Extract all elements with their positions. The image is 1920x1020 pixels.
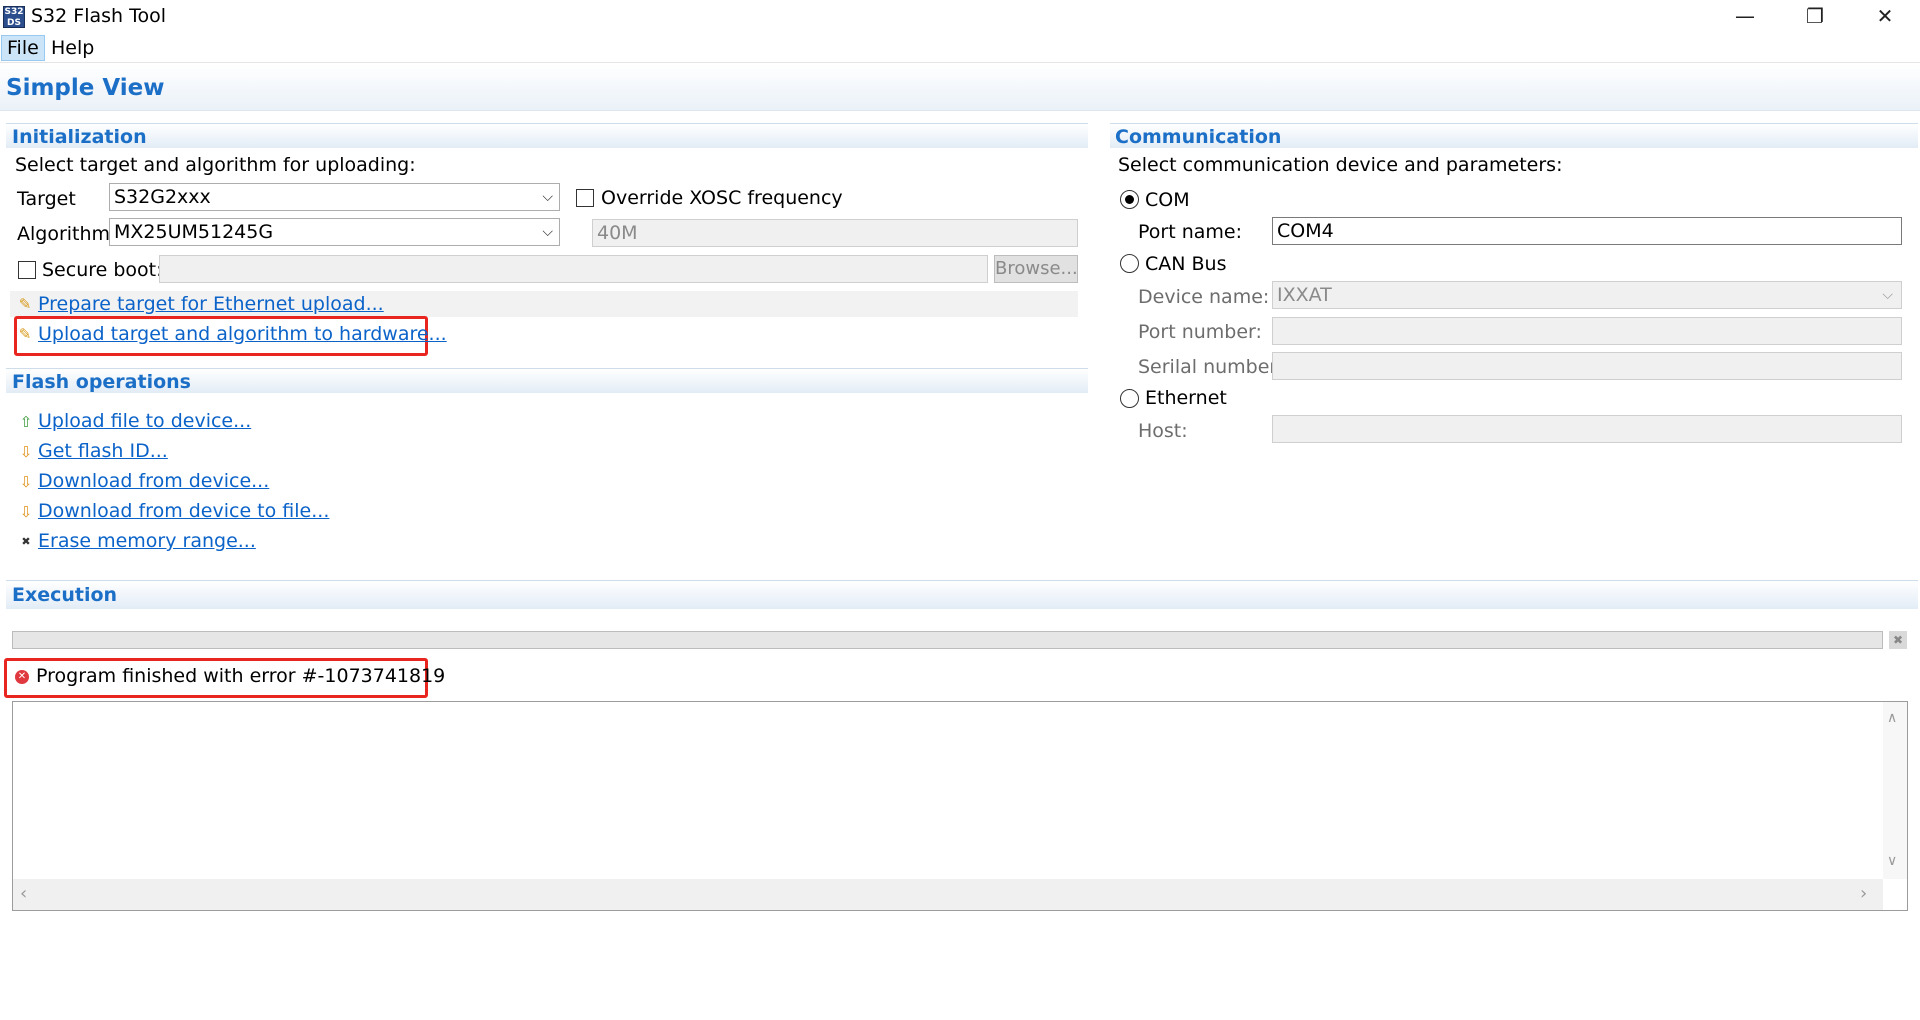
secure-boot-path-field[interactable] [159, 255, 988, 283]
port-number-field[interactable] [1272, 317, 1902, 345]
initialization-header-bar [6, 123, 1088, 148]
upload-arrow-icon: ⇧ [19, 413, 33, 431]
restore-icon: ❐ [1806, 4, 1824, 28]
window-title: S32 Flash Tool [31, 5, 167, 27]
device-name-label: Device name: [1138, 286, 1270, 308]
chevron-down-icon: ⌵ [1882, 287, 1893, 303]
flash-op-erase[interactable]: Erase memory range... [38, 530, 256, 552]
view-title: Simple View [6, 75, 165, 101]
device-name-value: IXXAT [1277, 284, 1332, 306]
menu-file[interactable]: File [1, 35, 45, 61]
serial-number-label: Serilal number: [1138, 356, 1284, 378]
horizontal-scrollbar[interactable] [13, 879, 1883, 910]
host-field[interactable] [1272, 415, 1902, 443]
secure-boot-checkbox[interactable] [18, 261, 36, 279]
execution-header-bar [6, 580, 1918, 609]
flash-op-upload-file[interactable]: Upload file to device... [38, 410, 251, 432]
override-xosc-label: Override XOSC frequency [601, 187, 843, 209]
target-value: S32G2xxx [114, 186, 211, 208]
scroll-up-icon[interactable]: ∧ [1887, 710, 1897, 726]
restore-button[interactable]: ❐ [1780, 0, 1850, 34]
app-icon: S32 DS [3, 6, 25, 28]
target-select[interactable]: S32G2xxx ⌵ [109, 183, 560, 211]
port-name-label: Port name: [1138, 221, 1242, 243]
scroll-down-icon[interactable]: ∨ [1887, 853, 1897, 869]
host-label: Host: [1138, 420, 1188, 442]
close-icon: ✕ [1876, 4, 1894, 28]
stop-button[interactable]: ✖ [1889, 631, 1907, 649]
xosc-frequency-field[interactable]: 40M [592, 219, 1078, 247]
execution-header: Execution [12, 584, 118, 606]
flash-operations-header: Flash operations [12, 371, 191, 393]
flash-op-get-flash-id[interactable]: Get flash ID... [38, 440, 168, 462]
target-label: Target [17, 188, 76, 210]
chevron-down-icon: ⌵ [542, 224, 553, 240]
algorithm-value: MX25UM51245G [114, 221, 274, 243]
port-number-label: Port number: [1138, 321, 1262, 343]
error-status-text: Program finished with error #-1073741819 [36, 665, 446, 687]
download-arrow-icon: ⇩ [19, 443, 33, 461]
minimize-icon: — [1735, 4, 1755, 28]
algorithm-label: Algorithm [17, 223, 111, 245]
can-bus-label: CAN Bus [1145, 253, 1227, 275]
error-icon: ✕ [15, 670, 29, 684]
menu-bar [0, 34, 1920, 63]
serial-number-field[interactable] [1272, 352, 1902, 380]
upload-target-link[interactable]: Upload target and algorithm to hardware.… [38, 323, 447, 345]
prepare-icon: ✎ [18, 295, 32, 313]
browse-button[interactable]: Browse... [994, 255, 1078, 283]
can-bus-radio[interactable] [1120, 254, 1139, 273]
com-radio[interactable] [1120, 190, 1139, 209]
port-name-field[interactable]: COM4 [1272, 217, 1902, 245]
algorithm-select[interactable]: MX25UM51245G ⌵ [109, 218, 560, 246]
download-arrow-icon: ⇩ [19, 473, 33, 491]
menu-help[interactable]: Help [46, 36, 99, 60]
view-header [0, 64, 1920, 111]
stop-icon: ✖ [1892, 633, 1904, 647]
execution-progress-bar [12, 631, 1883, 649]
com-label: COM [1145, 189, 1190, 211]
communication-subtitle: Select communication device and paramete… [1118, 154, 1563, 176]
erase-icon: ✖ [21, 535, 31, 548]
scroll-left-icon[interactable]: ‹ [20, 883, 27, 904]
initialization-header: Initialization [12, 126, 147, 148]
close-button[interactable]: ✕ [1850, 0, 1920, 34]
initialization-subtitle: Select target and algorithm for uploadin… [15, 154, 416, 176]
override-xosc-checkbox[interactable] [576, 189, 594, 207]
title-bar [0, 0, 1920, 34]
communication-header: Communication [1115, 126, 1282, 148]
download-arrow-icon: ⇩ [19, 503, 33, 521]
scroll-right-icon[interactable]: › [1860, 883, 1867, 904]
minimize-button[interactable]: — [1710, 0, 1780, 34]
device-name-select[interactable]: IXXAT ⌵ [1272, 281, 1902, 309]
prepare-ethernet-link[interactable]: Prepare target for Ethernet upload... [38, 293, 384, 315]
ethernet-radio[interactable] [1120, 389, 1139, 408]
secure-boot-label: Secure boot: [42, 259, 163, 281]
ethernet-label: Ethernet [1145, 387, 1227, 409]
upload-target-icon: ✎ [18, 325, 32, 343]
chevron-down-icon: ⌵ [542, 189, 553, 205]
flash-op-download-to-file[interactable]: Download from device to file... [38, 500, 329, 522]
flash-op-download[interactable]: Download from device... [38, 470, 269, 492]
